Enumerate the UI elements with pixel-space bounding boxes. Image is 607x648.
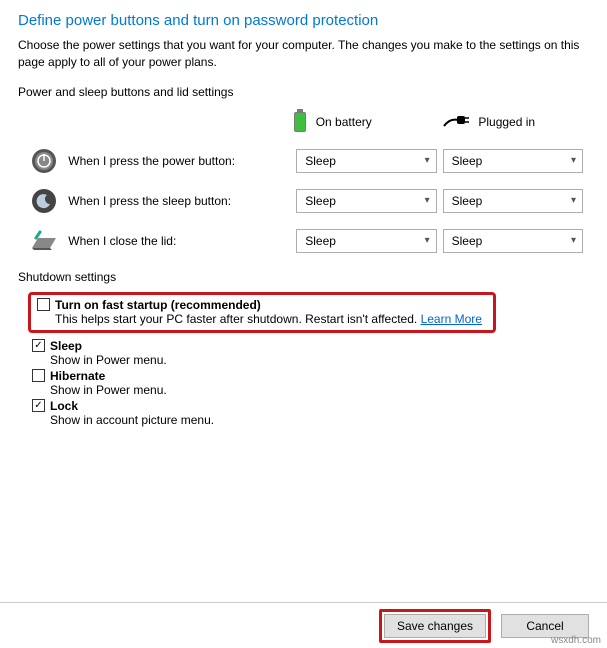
dropdown-sleep-battery[interactable]: Sleep▾: [296, 189, 436, 213]
sleep-button-icon: [30, 186, 58, 216]
column-header-plugged: Plugged in: [442, 112, 589, 133]
lock-desc: Show in account picture menu.: [50, 413, 589, 427]
dropdown-sleep-plugged[interactable]: Sleep▾: [443, 189, 583, 213]
chevron-down-icon: ▾: [571, 235, 576, 246]
chevron-down-icon: ▾: [425, 235, 430, 246]
checkbox-fast-startup[interactable]: [37, 298, 50, 311]
page-title: Define power buttons and turn on passwor…: [18, 12, 589, 29]
checkbox-label-sleep: Sleep: [50, 339, 82, 353]
column-header-plugged-label: Plugged in: [478, 115, 535, 129]
footer: Save changes Cancel: [0, 602, 607, 648]
save-button[interactable]: Save changes: [384, 614, 486, 638]
checkbox-label-lock: Lock: [50, 399, 78, 413]
dropdown-power-battery[interactable]: Sleep▾: [296, 149, 436, 173]
column-header-battery: On battery: [292, 109, 439, 136]
plug-icon: [442, 112, 470, 133]
checkbox-hibernate[interactable]: [32, 369, 45, 382]
chevron-down-icon: ▾: [571, 195, 576, 206]
watermark: wsxdh.com: [551, 635, 601, 646]
chevron-down-icon: ▾: [425, 155, 430, 166]
dropdown-lid-plugged[interactable]: Sleep▾: [443, 229, 583, 253]
hibernate-desc: Show in Power menu.: [50, 383, 589, 397]
fast-startup-desc: This helps start your PC faster after sh…: [55, 312, 421, 326]
checkbox-label-fast-startup: Turn on fast startup (recommended): [55, 298, 261, 312]
row-label-power: When I press the power button:: [68, 154, 296, 168]
highlight-fast-startup: Turn on fast startup (recommended) This …: [28, 292, 496, 333]
chevron-down-icon: ▾: [571, 155, 576, 166]
checkbox-label-hibernate: Hibernate: [50, 369, 105, 383]
checkbox-sleep[interactable]: [32, 339, 45, 352]
column-header-battery-label: On battery: [316, 115, 372, 129]
power-button-icon: [30, 146, 58, 176]
sleep-desc: Show in Power menu.: [50, 353, 589, 367]
section-label-buttons: Power and sleep buttons and lid settings: [18, 85, 589, 99]
dropdown-lid-battery[interactable]: Sleep▾: [296, 229, 436, 253]
battery-icon: [292, 109, 308, 136]
row-label-sleep: When I press the sleep button:: [68, 194, 296, 208]
section-label-shutdown: Shutdown settings: [18, 270, 589, 284]
learn-more-link[interactable]: Learn More: [421, 312, 482, 326]
page-description: Choose the power settings that you want …: [18, 37, 589, 71]
dropdown-power-plugged[interactable]: Sleep▾: [443, 149, 583, 173]
checkbox-lock[interactable]: [32, 399, 45, 412]
chevron-down-icon: ▾: [425, 195, 430, 206]
highlight-save-button: Save changes: [379, 609, 491, 643]
row-label-lid: When I close the lid:: [68, 234, 296, 248]
cancel-button[interactable]: Cancel: [501, 614, 589, 638]
lid-icon: [30, 226, 58, 256]
